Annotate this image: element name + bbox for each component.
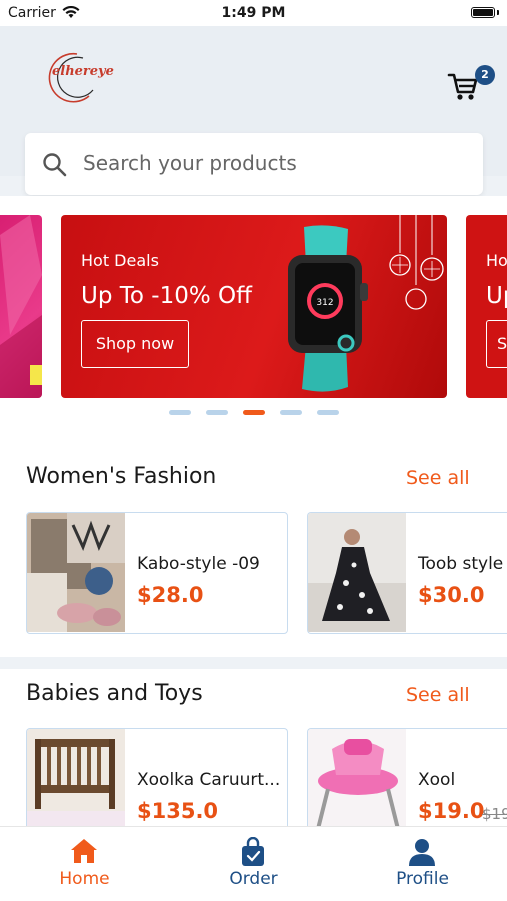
banner-previous[interactable] xyxy=(0,215,42,398)
tab-order[interactable]: Order xyxy=(169,827,338,901)
banner-previous-art xyxy=(0,215,42,398)
tab-profile[interactable]: Profile xyxy=(338,827,507,901)
product-card[interactable]: Xoolka Caruurt... $135.0 xyxy=(26,728,288,826)
section-title-womens-fashion: Women's Fashion xyxy=(26,464,217,489)
search-icon xyxy=(43,153,67,177)
see-all-womens-fashion[interactable]: See all xyxy=(406,467,470,489)
pagination-dot[interactable] xyxy=(280,410,302,415)
product-image-wooden-crib xyxy=(27,729,125,826)
brand-logo-text: elhereye xyxy=(52,64,114,79)
banner-next-tag: Ho xyxy=(486,251,507,270)
status-time: 1:49 PM xyxy=(221,5,286,21)
section-title-babies-toys: Babies and Toys xyxy=(26,681,203,706)
pagination-dot-active[interactable] xyxy=(243,410,265,415)
pagination-dot[interactable] xyxy=(317,410,339,415)
search-placeholder: Search your products xyxy=(83,151,297,175)
banner-title: Up To -10% Off xyxy=(81,283,252,309)
pagination-dot[interactable] xyxy=(169,410,191,415)
product-name: Kabo-style -09 xyxy=(137,554,260,574)
product-image-floral-dress xyxy=(308,513,406,632)
product-price: $28.0 xyxy=(137,583,204,607)
home-icon xyxy=(71,839,97,863)
smartwatch-image: 312 xyxy=(288,225,368,392)
shop-now-button[interactable]: Shop now xyxy=(81,320,189,368)
product-card[interactable]: Xool $19.0 $19 xyxy=(307,728,507,826)
battery-tip xyxy=(497,10,499,15)
tab-profile-label: Profile xyxy=(396,869,449,889)
battery-icon xyxy=(471,7,495,18)
product-old-price: $19 xyxy=(482,805,507,823)
see-all-babies-toys[interactable]: See all xyxy=(406,684,470,706)
product-price: $135.0 xyxy=(137,799,219,823)
tab-home-label: Home xyxy=(59,869,110,889)
product-price: $19.0 xyxy=(418,799,485,823)
product-name: Xoolka Caruurt... xyxy=(137,770,281,790)
person-icon xyxy=(409,839,435,866)
section-divider xyxy=(0,657,507,669)
cart-count-badge: 2 xyxy=(475,65,495,85)
pagination-dot[interactable] xyxy=(206,410,228,415)
search-input[interactable]: Search your products xyxy=(25,133,483,195)
banner-next-button[interactable]: S xyxy=(486,320,507,368)
product-price: $30.0 xyxy=(418,583,485,607)
watch-display: 312 xyxy=(316,298,333,308)
product-name: Xool xyxy=(418,770,456,790)
product-image-baby-walker xyxy=(308,729,406,826)
banner-hot-deals[interactable]: Hot Deals Up To -10% Off Shop now 312 xyxy=(61,215,447,398)
product-card[interactable]: Kabo-style -09 $28.0 xyxy=(26,512,288,634)
bottom-tab-bar: Home Order Profile xyxy=(0,826,507,901)
tab-order-label: Order xyxy=(229,869,278,889)
ornaments-decoration xyxy=(389,215,444,310)
status-bar: Carrier 1:49 PM xyxy=(0,0,507,26)
banner-next-title: Up xyxy=(486,283,507,309)
shopping-bag-icon xyxy=(242,837,264,866)
banner-pagination xyxy=(169,410,339,416)
banner-next[interactable]: Ho Up S xyxy=(466,215,507,398)
product-image-zara-boxes xyxy=(27,513,125,632)
tab-home[interactable]: Home xyxy=(0,827,169,901)
banner-tag: Hot Deals xyxy=(81,251,159,270)
product-name: Toob style xyxy=(418,554,504,574)
product-card[interactable]: Toob style $30.0 xyxy=(307,512,507,634)
